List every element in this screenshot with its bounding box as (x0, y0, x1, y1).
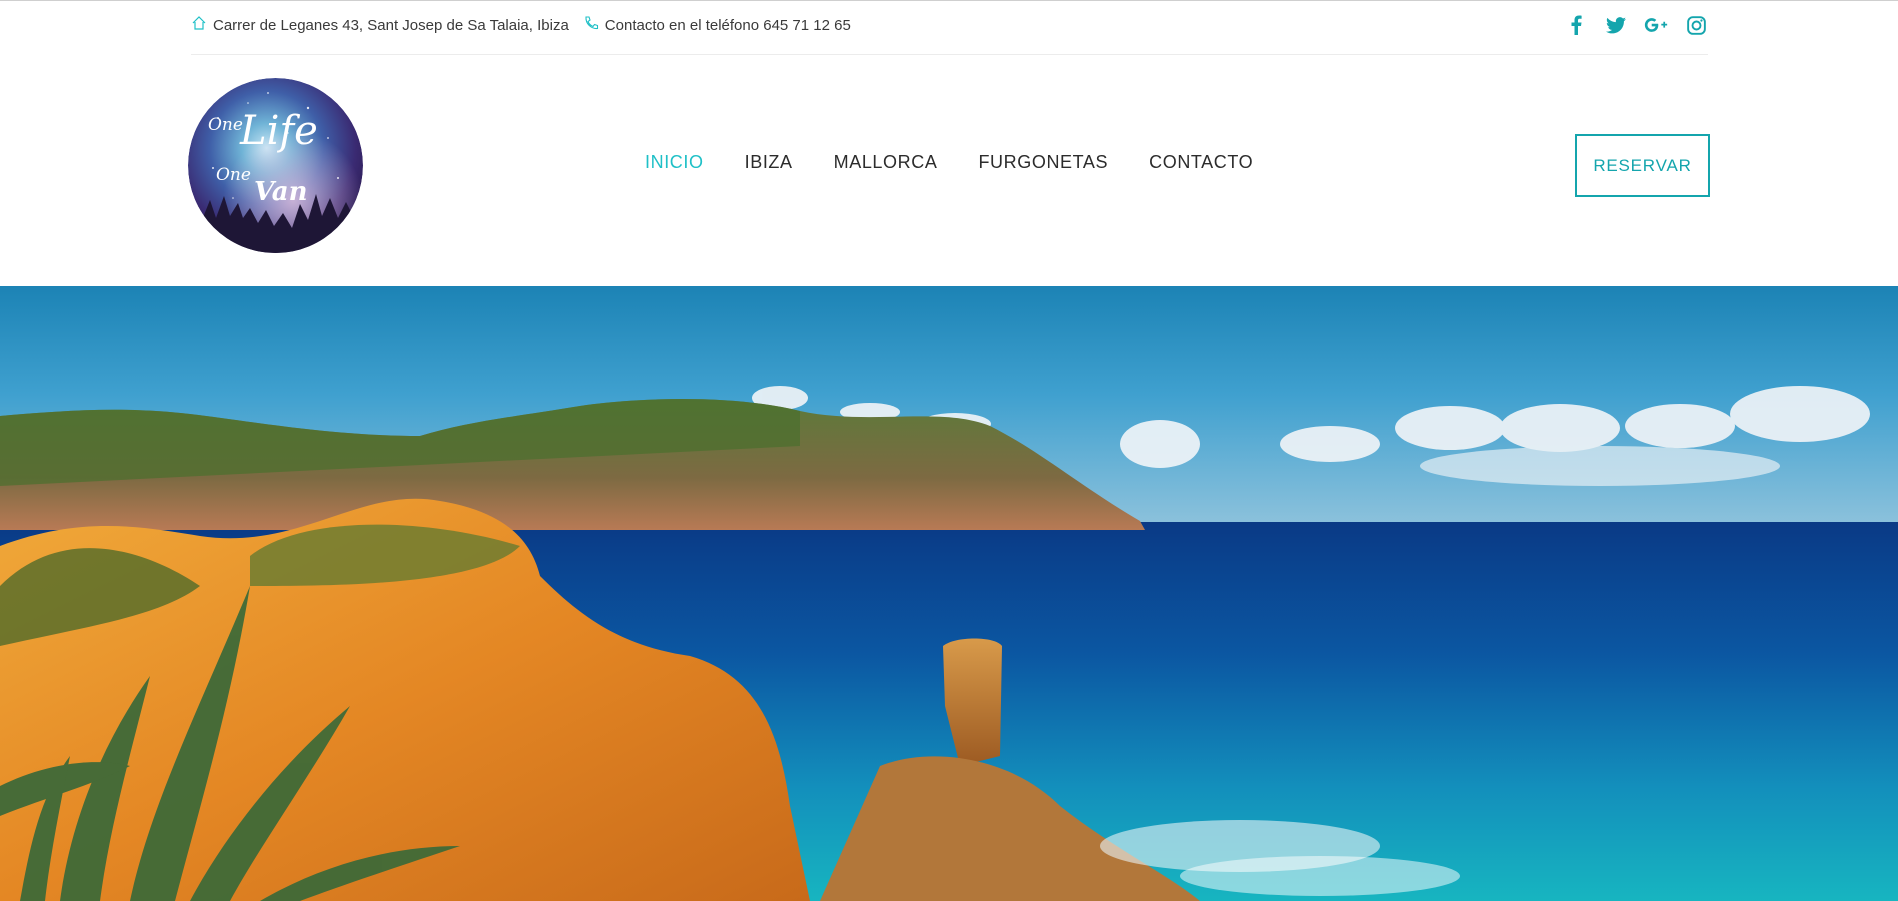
instagram-icon[interactable] (1684, 13, 1708, 37)
nav-furgonetas[interactable]: FURGONETAS (978, 152, 1108, 173)
main-nav: INICIO IBIZA MALLORCA FURGONETAS CONTACT… (645, 152, 1253, 173)
hero-image (0, 286, 1898, 901)
site-logo[interactable]: One Life One Van (188, 78, 363, 253)
nav-inicio[interactable]: INICIO (645, 152, 704, 173)
nav-ibiza[interactable]: IBIZA (745, 152, 793, 173)
contact-info: Carrer de Leganes 43, Sant Josep de Sa T… (191, 15, 865, 35)
svg-text:One: One (216, 165, 251, 185)
google-plus-icon[interactable] (1644, 13, 1668, 37)
nav-contacto[interactable]: CONTACTO (1149, 152, 1253, 173)
top-info-bar: Carrer de Leganes 43, Sant Josep de Sa T… (191, 13, 1708, 41)
address-info: Carrer de Leganes 43, Sant Josep de Sa T… (191, 15, 569, 35)
phone-icon (583, 15, 605, 35)
svg-text:Life: Life (239, 108, 318, 154)
facebook-icon[interactable] (1564, 13, 1588, 37)
header-divider (191, 54, 1708, 55)
top-border (0, 0, 1898, 1)
nav-mallorca[interactable]: MALLORCA (834, 152, 938, 173)
svg-text:Van: Van (254, 177, 308, 207)
social-links (1548, 13, 1708, 37)
home-icon (191, 15, 213, 35)
address-text: Carrer de Leganes 43, Sant Josep de Sa T… (213, 16, 569, 34)
phone-info: Contacto en el teléfono 645 71 12 65 (583, 15, 851, 35)
reservar-button[interactable]: RESERVAR (1575, 134, 1710, 197)
svg-text:One: One (208, 115, 243, 135)
phone-text: Contacto en el teléfono 645 71 12 65 (604, 16, 851, 34)
twitter-icon[interactable] (1604, 13, 1628, 37)
